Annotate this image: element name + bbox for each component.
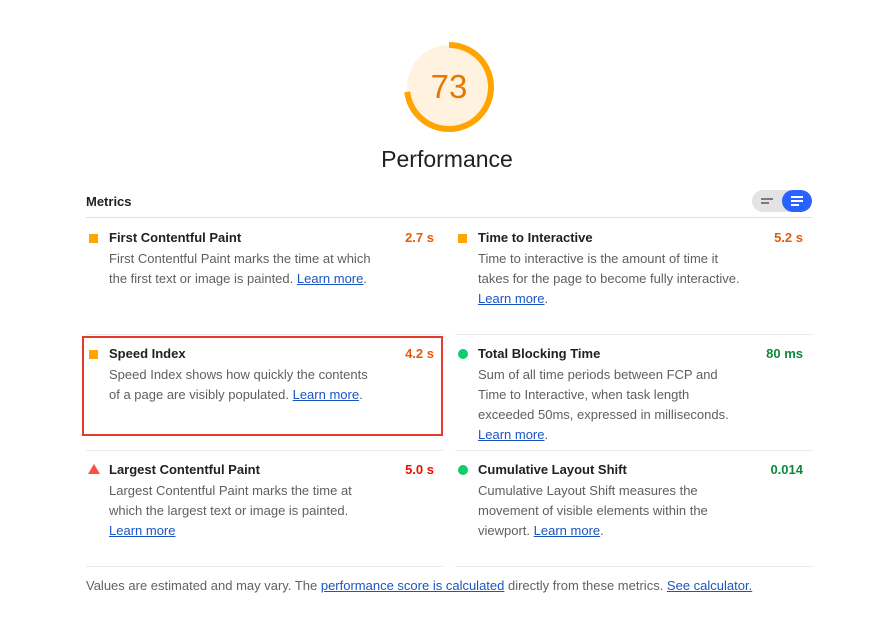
metric-value: 80 ms: [766, 346, 803, 361]
divider: [86, 450, 444, 451]
description-text: Sum of all time periods between FCP and …: [478, 367, 729, 422]
metric-title: Cumulative Layout Shift: [478, 462, 627, 477]
metric-first-contentful-paint: First Contentful Paint 2.7 s First Conte…: [86, 229, 444, 335]
metric-description: Cumulative Layout Shift measures the mov…: [478, 481, 748, 541]
red-triangle-icon: [88, 464, 100, 474]
learn-more-link[interactable]: Learn more: [478, 427, 544, 442]
description-text: Time to interactive is the amount of tim…: [478, 251, 740, 286]
expanded-view-button[interactable]: [782, 190, 812, 212]
metric-description: Largest Contentful Paint marks the time …: [109, 481, 379, 541]
performance-label: Performance: [381, 146, 513, 172]
divider: [86, 566, 444, 567]
metric-description: Time to interactive is the amount of tim…: [478, 249, 748, 309]
performance-gauge: 73: [402, 40, 496, 134]
performance-gauge-section: 73 Performance: [0, 0, 894, 180]
footer-note: Values are estimated and may vary. The p…: [86, 578, 752, 593]
punctuation: .: [544, 427, 549, 442]
metric-value: 0.014: [770, 462, 803, 477]
view-toggle[interactable]: [752, 190, 812, 212]
metric-total-blocking-time: Total Blocking Time 80 ms Sum of all tim…: [455, 345, 813, 451]
orange-square-icon: [89, 350, 98, 359]
compact-view-icon: [761, 198, 773, 204]
see-calculator-link[interactable]: See calculator.: [667, 578, 752, 593]
learn-more-link[interactable]: Learn more: [297, 271, 363, 286]
metric-description: Speed Index shows how quickly the conten…: [109, 365, 379, 405]
divider: [86, 334, 444, 335]
footer-text: directly from these metrics.: [504, 578, 667, 593]
metric-time-to-interactive: Time to Interactive 5.2 s Time to intera…: [455, 229, 813, 335]
punctuation: .: [544, 291, 549, 306]
performance-score: 73: [430, 68, 468, 105]
punctuation: .: [359, 387, 363, 402]
performance-score-link[interactable]: performance score is calculated: [321, 578, 505, 593]
footer-text: Values are estimated and may vary. The: [86, 578, 321, 593]
punctuation: .: [600, 523, 604, 538]
divider: [455, 450, 813, 451]
metric-largest-contentful-paint: Largest Contentful Paint 5.0 s Largest C…: [86, 461, 444, 567]
orange-square-icon: [458, 234, 467, 243]
metric-title: Speed Index: [109, 346, 186, 361]
metrics-title: Metrics: [86, 194, 132, 209]
divider: [455, 566, 813, 567]
learn-more-link[interactable]: Learn more: [478, 291, 544, 306]
metric-value: 5.2 s: [774, 230, 803, 245]
orange-square-icon: [89, 234, 98, 243]
learn-more-link[interactable]: Learn more: [109, 523, 175, 538]
divider: [455, 334, 813, 335]
metric-value: 4.2 s: [405, 346, 434, 361]
metric-description: Sum of all time periods between FCP and …: [478, 365, 748, 445]
punctuation: .: [363, 271, 367, 286]
metric-title: Total Blocking Time: [478, 346, 601, 361]
metric-title: Largest Contentful Paint: [109, 462, 260, 477]
metric-title: First Contentful Paint: [109, 230, 242, 245]
metric-description: First Contentful Paint marks the time at…: [109, 249, 379, 289]
green-circle-icon: [458, 349, 468, 359]
description-text: Largest Contentful Paint marks the time …: [109, 483, 352, 518]
metric-value: 2.7 s: [405, 230, 434, 245]
compact-view-button[interactable]: [752, 190, 782, 212]
metric-cumulative-layout-shift: Cumulative Layout Shift 0.014 Cumulative…: [455, 461, 813, 567]
green-circle-icon: [458, 465, 468, 475]
metrics-header: Metrics: [86, 188, 812, 218]
metric-speed-index: Speed Index 4.2 s Speed Index shows how …: [86, 345, 444, 451]
learn-more-link[interactable]: Learn more: [293, 387, 359, 402]
expanded-view-icon: [791, 196, 803, 206]
metric-value: 5.0 s: [405, 462, 434, 477]
metric-title: Time to Interactive: [478, 230, 593, 245]
learn-more-link[interactable]: Learn more: [534, 523, 600, 538]
